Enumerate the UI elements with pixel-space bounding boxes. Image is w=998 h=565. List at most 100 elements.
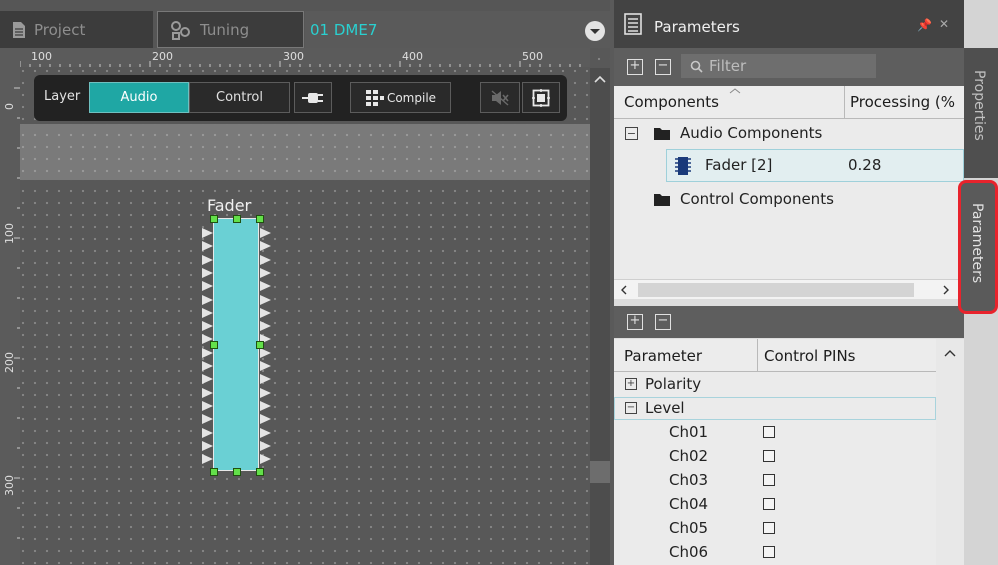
fader-input-pin[interactable] [202,295,213,305]
components-table-header: Components Processing (% [614,86,964,119]
fader-input-pin[interactable] [202,321,213,331]
fader-output-pin[interactable] [260,388,271,398]
fader-input-pin[interactable] [202,428,213,438]
fader-output-pin[interactable] [260,228,271,238]
param-row-polarity[interactable]: + Polarity [614,373,936,396]
pin-icon[interactable]: 📌 [917,18,932,32]
fader-input-pin[interactable] [202,441,213,451]
fader-input-pin[interactable] [202,388,213,398]
tab-active-device[interactable]: 01 DME7 [305,11,610,48]
param-row-channel[interactable]: Ch03 [614,469,936,493]
scroll-up-icon[interactable] [944,349,956,357]
plug-button[interactable] [294,82,332,113]
scroll-right-icon[interactable] [942,285,950,295]
fader-output-pin[interactable] [260,281,271,291]
close-icon[interactable]: ✕ [939,17,949,31]
selection-handle[interactable] [256,468,264,476]
param-row-channel[interactable]: Ch01 [614,421,936,445]
selection-handle[interactable] [210,341,218,349]
canvas-vertical-scrollbar[interactable] [590,68,610,565]
control-layer-button[interactable]: Control [189,82,290,113]
fader-output-pin[interactable] [260,454,271,464]
fader-input-pin[interactable] [202,361,213,371]
fader-output-pin[interactable] [260,361,271,371]
collapse-all-icon[interactable]: − [655,59,671,75]
fader-output-pin[interactable] [260,441,271,451]
fader-component[interactable] [213,218,259,471]
column-processing[interactable]: Processing (% [850,93,955,111]
fader-input-pin[interactable] [202,374,213,384]
ruler-label: 300 [3,475,16,496]
column-parameter[interactable]: Parameter [624,347,702,365]
compile-button[interactable]: Compile [350,82,451,113]
param-row-channel[interactable]: Ch02 [614,445,936,469]
control-pin-checkbox[interactable] [763,546,775,558]
mute-button[interactable] [480,82,520,113]
control-pin-checkbox[interactable] [763,474,775,486]
selection-handle[interactable] [210,215,218,223]
column-components[interactable]: Components [624,93,719,111]
fader-output-pin[interactable] [260,321,271,331]
selection-handle[interactable] [256,215,264,223]
collapse-icon[interactable]: − [625,127,638,140]
column-control-pins[interactable]: Control PINs [764,347,856,365]
parameters-vertical-scrollbar[interactable] [936,339,964,565]
fader-output-pin[interactable] [260,308,271,318]
fader-output-pin[interactable] [260,255,271,265]
fader-input-pin[interactable] [202,414,213,424]
tree-row-control-components[interactable]: Control Components [614,185,964,215]
design-canvas[interactable]: 100 200 300 400 500 0 100 200 300 [0,48,610,565]
fader-output-pin[interactable] [260,295,271,305]
fader-output-pin[interactable] [260,374,271,384]
fader-input-pin[interactable] [202,454,213,464]
selection-handle[interactable] [210,468,218,476]
control-pin-checkbox[interactable] [763,426,775,438]
fader-output-pin[interactable] [260,401,271,411]
fader-input-pin[interactable] [202,281,213,291]
selection-handle[interactable] [256,341,264,349]
side-tab-parameters[interactable]: Parameters [958,180,998,314]
tree-row-audio-components[interactable]: − Audio Components [614,119,964,149]
side-tab-properties[interactable]: Properties [964,48,998,178]
control-pin-checkbox[interactable] [763,450,775,462]
tab-tuning[interactable]: Tuning [157,11,304,48]
canvas-scroll-thumb[interactable] [590,461,610,483]
param-row-channel[interactable]: Ch06 [614,541,936,565]
fader-output-pin[interactable] [260,268,271,278]
scroll-up-icon[interactable] [594,74,606,84]
control-pin-checkbox[interactable] [763,498,775,510]
fader-output-pin[interactable] [260,241,271,251]
expand-icon[interactable]: + [625,378,637,390]
snap-button[interactable] [522,82,560,113]
channel-label: Ch05 [669,519,709,537]
scroll-left-icon[interactable] [620,285,628,295]
document-icon [13,21,25,38]
fader-input-pin[interactable] [202,348,213,358]
fader-output-pin[interactable] [260,414,271,424]
filter-input[interactable]: Filter [681,54,876,78]
fader-input-pin[interactable] [202,268,213,278]
fader-input-pin[interactable] [202,401,213,411]
tab-list-dropdown-icon[interactable] [584,20,606,42]
param-row-level[interactable]: − Level [614,397,936,420]
collapse-all-icon[interactable]: − [655,314,671,330]
fader-input-pin[interactable] [202,308,213,318]
fader-input-pin[interactable] [202,228,213,238]
control-pin-checkbox[interactable] [763,522,775,534]
tab-project[interactable]: Project [0,11,153,48]
param-row-channel[interactable]: Ch05 [614,517,936,541]
fader-output-pin[interactable] [260,428,271,438]
expand-all-icon[interactable]: + [627,314,643,330]
param-row-channel[interactable]: Ch04 [614,493,936,517]
audio-layer-button[interactable]: Audio [89,82,189,113]
selection-handle[interactable] [233,468,241,476]
tree-row-fader[interactable]: Fader [2] 0.28 [666,149,964,182]
components-scroll-thumb[interactable] [638,283,914,297]
expand-all-icon[interactable]: + [627,59,643,75]
fader-input-pin[interactable] [202,255,213,265]
collapse-icon[interactable]: − [625,402,637,414]
selection-handle[interactable] [233,215,241,223]
components-horizontal-scrollbar[interactable] [614,279,964,299]
fader-output-pin[interactable] [260,348,271,358]
fader-input-pin[interactable] [202,241,213,251]
